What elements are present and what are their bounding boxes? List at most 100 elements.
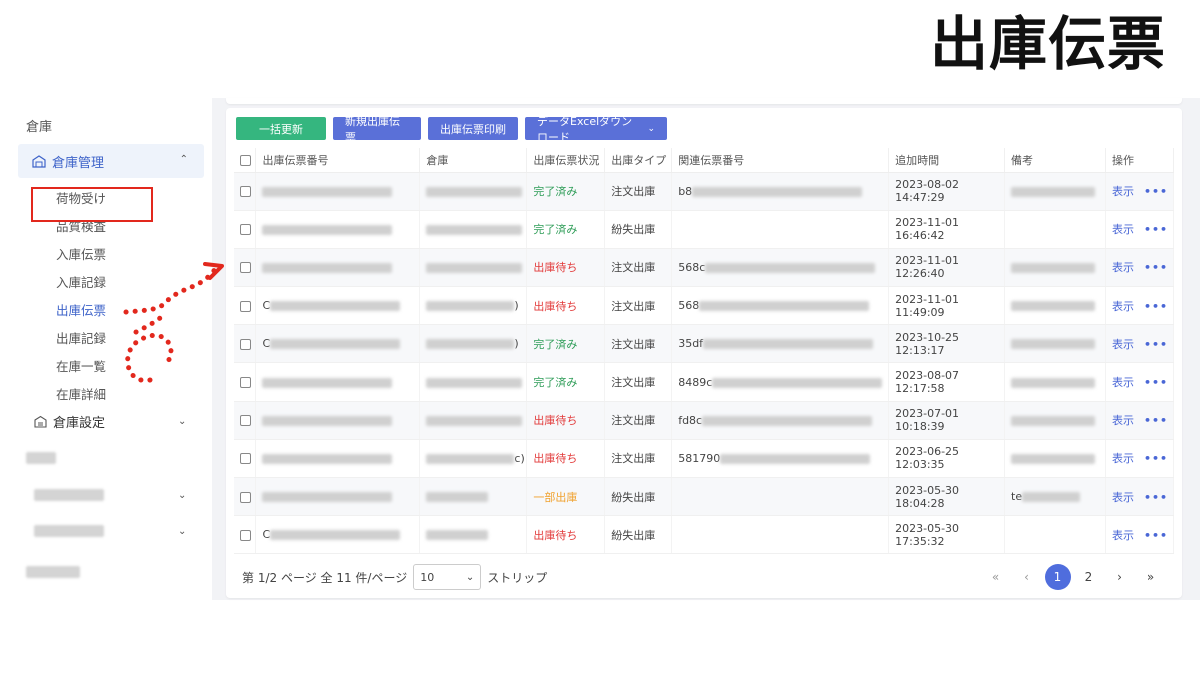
type-cell: 紛失出庫	[604, 515, 673, 555]
more-actions-icon[interactable]: •••	[1144, 223, 1168, 236]
status-text: 完了済み	[533, 337, 578, 351]
row-checkbox[interactable]	[240, 186, 251, 198]
row-checkbox[interactable]	[240, 300, 251, 312]
table-row[interactable]: C) 完了済み 注文出庫 35df 2023-10-25 12:13:17 表示 •••	[234, 324, 1175, 364]
row-checkbox[interactable]	[240, 529, 251, 541]
slip-no-cell[interactable]	[255, 210, 421, 249]
row-checkbox[interactable]	[240, 415, 251, 427]
redacted-menu-item[interactable]	[34, 489, 104, 501]
more-actions-icon[interactable]: •••	[1144, 300, 1168, 313]
new-slip-button[interactable]: 新規出庫伝票	[333, 115, 421, 144]
redacted-menu-item[interactable]	[26, 452, 56, 464]
chevron-down-icon[interactable]: ⌄	[178, 416, 186, 427]
slip-no-cell[interactable]	[255, 172, 421, 211]
slip-no-cell[interactable]	[255, 401, 421, 440]
more-actions-icon[interactable]: •••	[1144, 185, 1168, 198]
table-row[interactable]: 出庫待ち 注文出庫 568c 2023-11-01 12:26:40 表示 •••	[234, 248, 1175, 288]
show-link[interactable]: 表示	[1112, 300, 1134, 313]
slip-no-cell[interactable]	[255, 248, 421, 288]
col-added-time[interactable]: 追加時間	[888, 148, 1006, 173]
redacted-menu-item[interactable]	[34, 525, 104, 537]
page-size-select[interactable]: 10 ⌄	[413, 564, 482, 590]
row-select-cell	[234, 172, 257, 211]
show-link[interactable]: 表示	[1112, 223, 1134, 236]
select-all-checkbox[interactable]	[240, 154, 251, 166]
row-checkbox[interactable]	[240, 491, 251, 503]
more-actions-icon[interactable]: •••	[1144, 452, 1168, 465]
col-warehouse[interactable]: 倉庫	[419, 148, 528, 173]
row-checkbox[interactable]	[240, 338, 251, 350]
more-actions-icon[interactable]: •••	[1144, 338, 1168, 351]
more-actions-icon[interactable]: •••	[1144, 491, 1168, 504]
table-row[interactable]: c) 出庫待ち 注文出庫 581790 2023-06-25 12:03:35 表示 •••	[234, 439, 1175, 479]
sidebar-item[interactable]: 出庫伝票	[56, 300, 106, 319]
row-checkbox[interactable]	[240, 377, 251, 389]
redacted-slip-no	[262, 186, 393, 197]
chevron-down-icon[interactable]: ⌄	[178, 526, 186, 537]
type-cell: 注文出庫	[604, 401, 673, 440]
show-link[interactable]: 表示	[1112, 261, 1134, 274]
chevron-up-icon[interactable]: ⌃	[180, 154, 188, 165]
sidebar-item[interactable]: 出庫記録	[56, 328, 106, 347]
more-actions-icon[interactable]: •••	[1144, 261, 1168, 274]
sidebar-item[interactable]: 入庫伝票	[56, 244, 106, 263]
show-link[interactable]: 表示	[1112, 491, 1134, 504]
table-row[interactable]: C 出庫待ち 紛失出庫 2023-05-30 17:35:32 表示 •••	[234, 515, 1175, 555]
col-related-no[interactable]: 関連伝票番号	[671, 148, 890, 173]
sidebar-item[interactable]: 在庫詳細	[56, 384, 106, 403]
slip-no-cell[interactable]	[255, 362, 421, 402]
col-status[interactable]: 出庫伝票状況	[526, 148, 606, 173]
more-actions-icon[interactable]: •••	[1144, 414, 1168, 427]
slip-no-cell[interactable]	[255, 477, 421, 517]
batch-update-button[interactable]: 一括更新	[236, 117, 326, 140]
warehouse-cell	[419, 172, 528, 211]
prev-page-button[interactable]: ‹	[1011, 570, 1042, 584]
table-row[interactable]: C) 出庫待ち 注文出庫 568 2023-11-01 11:49:09 表示 •••	[234, 286, 1175, 326]
sidebar: 倉庫 倉庫管理 ⌃ 荷物受け 品質検査 入庫伝票 入庫記録 出庫伝票 出庫記録 在庫一覧 在庫…	[0, 100, 212, 600]
table-row[interactable]: 出庫待ち 注文出庫 fd8c 2023-07-01 10:18:39 表示 •••	[234, 401, 1175, 440]
note-cell	[1004, 324, 1106, 364]
table-row[interactable]: 完了済み 注文出庫 b8 2023-08-02 14:47:29 表示 •••	[234, 172, 1175, 211]
next-page-button[interactable]: ›	[1104, 570, 1135, 584]
table-header-row: 出庫伝票番号 倉庫 出庫伝票状況 出庫タイプ 関連伝票番号 追加時間 備考 操作	[234, 148, 1175, 173]
col-type[interactable]: 出庫タイプ	[604, 148, 673, 173]
slip-no-cell[interactable]	[255, 439, 421, 479]
redacted-menu-item[interactable]	[26, 566, 80, 578]
show-link[interactable]: 表示	[1112, 529, 1134, 542]
last-page-button[interactable]: »	[1135, 570, 1166, 584]
actions-cell: 表示 •••	[1105, 477, 1175, 517]
row-checkbox[interactable]	[240, 453, 251, 465]
row-select-cell	[234, 515, 257, 555]
row-checkbox[interactable]	[240, 262, 251, 274]
table-row[interactable]: 完了済み 注文出庫 8489c 2023-08-07 12:17:58 表示 •••	[234, 362, 1175, 402]
sidebar-group-warehouse-settings[interactable]: 倉庫設定	[34, 412, 105, 431]
show-link[interactable]: 表示	[1112, 414, 1134, 427]
col-slip-no[interactable]: 出庫伝票番号	[255, 148, 421, 173]
status-cell: 完了済み	[526, 324, 606, 364]
sidebar-group-warehouse-management[interactable]: 倉庫管理 ⌃	[18, 144, 204, 178]
print-slip-button[interactable]: 出庫伝票印刷	[428, 117, 518, 140]
chevron-down-icon[interactable]: ⌄	[178, 490, 186, 501]
excel-download-button[interactable]: データExcelダウンロード ⌄	[525, 115, 667, 144]
page-1-button[interactable]: 1	[1044, 564, 1071, 590]
sidebar-item[interactable]: 入庫記録	[56, 272, 106, 291]
warehouse-cell	[419, 515, 528, 555]
slip-no-cell[interactable]: C	[255, 286, 421, 326]
table-row[interactable]: 完了済み 紛失出庫 2023-11-01 16:46:42 表示 •••	[234, 210, 1175, 249]
slip-no-cell[interactable]: C	[255, 324, 421, 364]
page-2-button[interactable]: 2	[1073, 570, 1104, 584]
show-link[interactable]: 表示	[1112, 452, 1134, 465]
more-actions-icon[interactable]: •••	[1144, 529, 1168, 542]
table-row[interactable]: 一部出庫 紛失出庫 2023-05-30 18:04:28 te 表示 •••	[234, 477, 1175, 517]
slip-no-cell[interactable]: C	[255, 515, 421, 555]
show-link[interactable]: 表示	[1112, 376, 1134, 389]
status-cell: 完了済み	[526, 210, 606, 249]
col-note[interactable]: 備考	[1004, 148, 1106, 173]
show-link[interactable]: 表示	[1112, 185, 1134, 198]
sidebar-item[interactable]: 在庫一覧	[56, 356, 106, 375]
redacted-warehouse	[426, 186, 523, 197]
first-page-button[interactable]: «	[980, 570, 1011, 584]
row-checkbox[interactable]	[240, 224, 251, 236]
show-link[interactable]: 表示	[1112, 338, 1134, 351]
more-actions-icon[interactable]: •••	[1144, 376, 1168, 389]
